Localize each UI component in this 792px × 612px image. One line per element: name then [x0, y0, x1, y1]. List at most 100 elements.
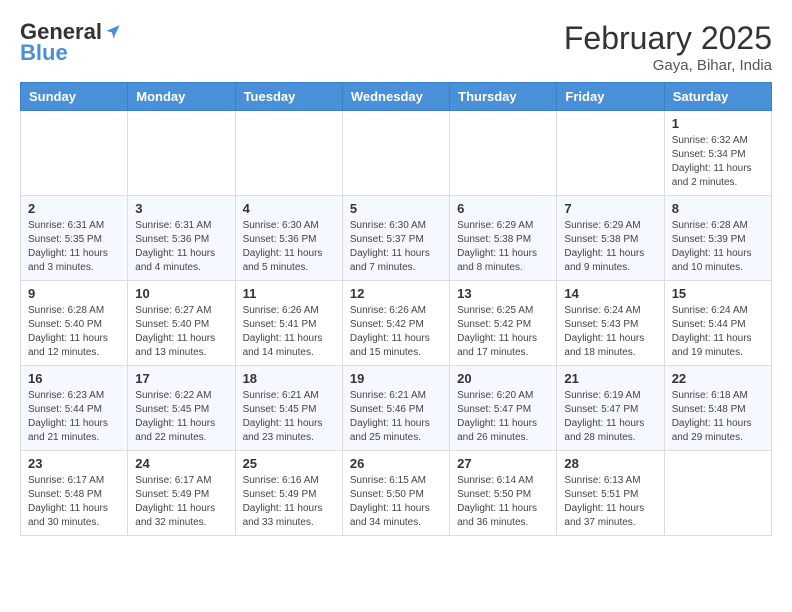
- calendar-cell: 21 Sunrise: 6:19 AM Sunset: 5:47 PM Dayli…: [557, 366, 664, 451]
- day-info: Sunrise: 6:28 AM Sunset: 5:40 PM Dayligh…: [28, 304, 120, 360]
- calendar-cell: 12 Sunrise: 6:26 AM Sunset: 5:42 PM Dayli…: [342, 281, 449, 366]
- day-number: 26: [350, 456, 442, 471]
- calendar-cell: [342, 111, 449, 196]
- day-info: Sunrise: 6:18 AM Sunset: 5:48 PM Dayligh…: [672, 389, 764, 445]
- calendar-cell: 8 Sunrise: 6:28 AM Sunset: 5:39 PM Daylig…: [664, 196, 771, 281]
- week-row-5: 23 Sunrise: 6:17 AM Sunset: 5:48 PM Dayli…: [21, 451, 772, 536]
- calendar-cell: 3 Sunrise: 6:31 AM Sunset: 5:36 PM Daylig…: [128, 196, 235, 281]
- calendar-cell: 7 Sunrise: 6:29 AM Sunset: 5:38 PM Daylig…: [557, 196, 664, 281]
- calendar-cell: 1 Sunrise: 6:32 AM Sunset: 5:34 PM Daylig…: [664, 111, 771, 196]
- day-info: Sunrise: 6:28 AM Sunset: 5:39 PM Dayligh…: [672, 219, 764, 275]
- day-info: Sunrise: 6:22 AM Sunset: 5:45 PM Dayligh…: [135, 389, 227, 445]
- day-info: Sunrise: 6:24 AM Sunset: 5:43 PM Dayligh…: [564, 304, 656, 360]
- week-row-4: 16Sunrise: 6:23 AM Sunset: 5:44 PM Dayli…: [21, 366, 772, 451]
- day-number: 20: [457, 371, 549, 386]
- day-number: 19: [350, 371, 442, 386]
- day-info: Sunrise: 6:30 AM Sunset: 5:36 PM Dayligh…: [243, 219, 335, 275]
- weekday-header-tuesday: Tuesday: [235, 83, 342, 111]
- day-number: 4: [243, 201, 335, 216]
- day-info: Sunrise: 6:21 AM Sunset: 5:45 PM Dayligh…: [243, 389, 335, 445]
- day-info: Sunrise: 6:17 AM Sunset: 5:49 PM Dayligh…: [135, 474, 227, 530]
- calendar-cell: [235, 111, 342, 196]
- day-number: 25: [243, 456, 335, 471]
- calendar-table: SundayMondayTuesdayWednesdayThursdayFrid…: [20, 82, 772, 536]
- day-number: 2: [28, 201, 120, 216]
- day-number: 3: [135, 201, 227, 216]
- day-number: 23: [28, 456, 120, 471]
- calendar-cell: 2 Sunrise: 6:31 AM Sunset: 5:35 PM Daylig…: [21, 196, 128, 281]
- calendar-cell: [450, 111, 557, 196]
- weekday-header-saturday: Saturday: [664, 83, 771, 111]
- day-number: 13: [457, 286, 549, 301]
- day-info: Sunrise: 6:31 AM Sunset: 5:36 PM Dayligh…: [135, 219, 227, 275]
- calendar-cell: 11Sunrise: 6:26 AM Sunset: 5:41 PM Dayli…: [235, 281, 342, 366]
- day-number: 24: [135, 456, 227, 471]
- day-info: Sunrise: 6:14 AM Sunset: 5:50 PM Dayligh…: [457, 474, 549, 530]
- day-number: 15: [672, 286, 764, 301]
- day-number: 10: [135, 286, 227, 301]
- day-info: Sunrise: 6:26 AM Sunset: 5:42 PM Dayligh…: [350, 304, 442, 360]
- day-info: Sunrise: 6:31 AM Sunset: 5:35 PM Dayligh…: [28, 219, 120, 275]
- day-number: 9: [28, 286, 120, 301]
- location-title: Gaya, Bihar, India: [564, 57, 772, 74]
- week-row-1: 1 Sunrise: 6:32 AM Sunset: 5:34 PM Daylig…: [21, 111, 772, 196]
- week-row-2: 2 Sunrise: 6:31 AM Sunset: 5:35 PM Daylig…: [21, 196, 772, 281]
- calendar-cell: 10 Sunrise: 6:27 AM Sunset: 5:40 PM Dayli…: [128, 281, 235, 366]
- calendar-cell: 19 Sunrise: 6:21 AM Sunset: 5:46 PM Dayli…: [342, 366, 449, 451]
- weekday-header-friday: Friday: [557, 83, 664, 111]
- day-number: 6: [457, 201, 549, 216]
- day-number: 8: [672, 201, 764, 216]
- day-info: Sunrise: 6:29 AM Sunset: 5:38 PM Dayligh…: [564, 219, 656, 275]
- calendar-cell: 20 Sunrise: 6:20 AM Sunset: 5:47 PM Dayli…: [450, 366, 557, 451]
- day-info: Sunrise: 6:17 AM Sunset: 5:48 PM Dayligh…: [28, 474, 120, 530]
- calendar-cell: 24 Sunrise: 6:17 AM Sunset: 5:49 PM Dayli…: [128, 451, 235, 536]
- weekday-header-sunday: Sunday: [21, 83, 128, 111]
- day-info: Sunrise: 6:21 AM Sunset: 5:46 PM Dayligh…: [350, 389, 442, 445]
- calendar-cell: [21, 111, 128, 196]
- calendar-cell: 16Sunrise: 6:23 AM Sunset: 5:44 PM Dayli…: [21, 366, 128, 451]
- calendar-cell: 26 Sunrise: 6:15 AM Sunset: 5:50 PM Dayli…: [342, 451, 449, 536]
- title-area: February 2025 Gaya, Bihar, India: [564, 20, 772, 74]
- day-number: 14: [564, 286, 656, 301]
- calendar-cell: 27 Sunrise: 6:14 AM Sunset: 5:50 PM Dayli…: [450, 451, 557, 536]
- day-number: 5: [350, 201, 442, 216]
- day-number: 21: [564, 371, 656, 386]
- day-info: Sunrise: 6:16 AM Sunset: 5:49 PM Dayligh…: [243, 474, 335, 530]
- calendar-cell: [128, 111, 235, 196]
- weekday-header-wednesday: Wednesday: [342, 83, 449, 111]
- calendar-cell: 4 Sunrise: 6:30 AM Sunset: 5:36 PM Daylig…: [235, 196, 342, 281]
- day-info: Sunrise: 6:23 AM Sunset: 5:44 PM Dayligh…: [28, 389, 120, 445]
- day-number: 7: [564, 201, 656, 216]
- calendar-cell: 28Sunrise: 6:13 AM Sunset: 5:51 PM Dayli…: [557, 451, 664, 536]
- calendar-cell: 6Sunrise: 6:29 AM Sunset: 5:38 PM Daylig…: [450, 196, 557, 281]
- day-number: 12: [350, 286, 442, 301]
- calendar-cell: 5Sunrise: 6:30 AM Sunset: 5:37 PM Daylig…: [342, 196, 449, 281]
- calendar-cell: 18 Sunrise: 6:21 AM Sunset: 5:45 PM Dayli…: [235, 366, 342, 451]
- day-number: 18: [243, 371, 335, 386]
- calendar-cell: 25 Sunrise: 6:16 AM Sunset: 5:49 PM Dayli…: [235, 451, 342, 536]
- day-info: Sunrise: 6:19 AM Sunset: 5:47 PM Dayligh…: [564, 389, 656, 445]
- week-row-3: 9 Sunrise: 6:28 AM Sunset: 5:40 PM Daylig…: [21, 281, 772, 366]
- day-info: Sunrise: 6:15 AM Sunset: 5:50 PM Dayligh…: [350, 474, 442, 530]
- day-info: Sunrise: 6:27 AM Sunset: 5:40 PM Dayligh…: [135, 304, 227, 360]
- calendar-cell: 15 Sunrise: 6:24 AM Sunset: 5:44 PM Dayli…: [664, 281, 771, 366]
- weekday-header-thursday: Thursday: [450, 83, 557, 111]
- calendar-cell: [664, 451, 771, 536]
- day-info: Sunrise: 6:24 AM Sunset: 5:44 PM Dayligh…: [672, 304, 764, 360]
- day-info: Sunrise: 6:25 AM Sunset: 5:42 PM Dayligh…: [457, 304, 549, 360]
- day-info: Sunrise: 6:26 AM Sunset: 5:41 PM Dayligh…: [243, 304, 335, 360]
- day-info: Sunrise: 6:20 AM Sunset: 5:47 PM Dayligh…: [457, 389, 549, 445]
- calendar-cell: 9 Sunrise: 6:28 AM Sunset: 5:40 PM Daylig…: [21, 281, 128, 366]
- day-info: Sunrise: 6:13 AM Sunset: 5:51 PM Dayligh…: [564, 474, 656, 530]
- weekday-header-monday: Monday: [128, 83, 235, 111]
- calendar-cell: 13 Sunrise: 6:25 AM Sunset: 5:42 PM Dayli…: [450, 281, 557, 366]
- calendar-cell: 14 Sunrise: 6:24 AM Sunset: 5:43 PM Dayli…: [557, 281, 664, 366]
- header: General Blue February 2025 Gaya, Bihar, …: [20, 20, 772, 74]
- day-info: Sunrise: 6:32 AM Sunset: 5:34 PM Dayligh…: [672, 134, 764, 190]
- calendar-cell: 23 Sunrise: 6:17 AM Sunset: 5:48 PM Dayli…: [21, 451, 128, 536]
- day-number: 1: [672, 116, 764, 131]
- day-number: 27: [457, 456, 549, 471]
- calendar-cell: 22Sunrise: 6:18 AM Sunset: 5:48 PM Dayli…: [664, 366, 771, 451]
- calendar-cell: 17 Sunrise: 6:22 AM Sunset: 5:45 PM Dayli…: [128, 366, 235, 451]
- day-number: 17: [135, 371, 227, 386]
